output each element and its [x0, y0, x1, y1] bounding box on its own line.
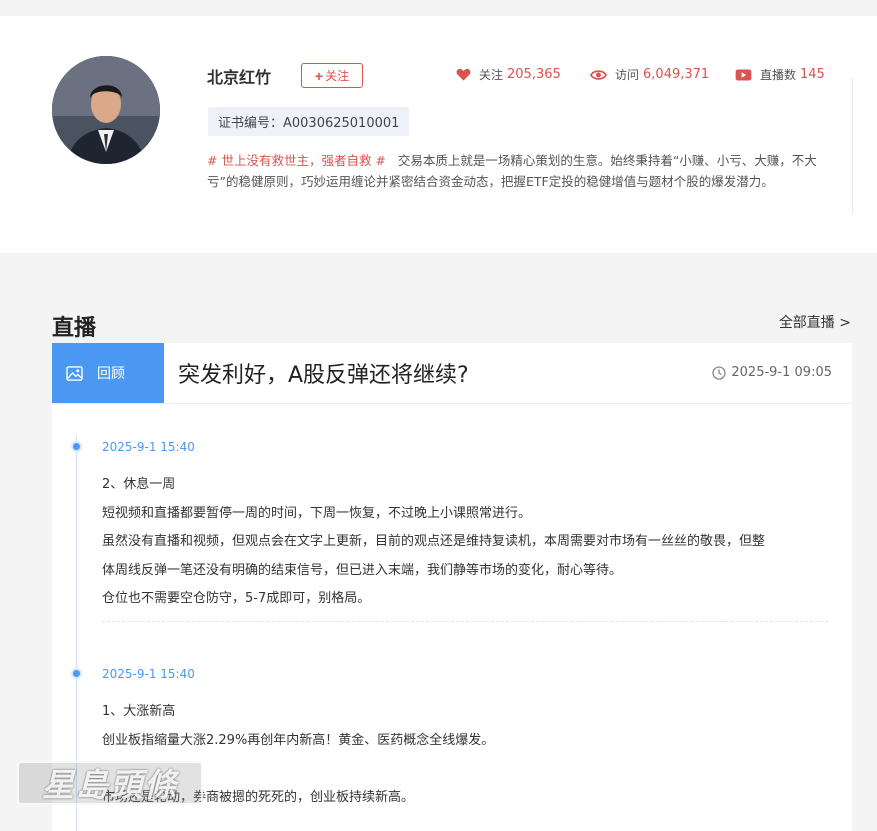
live-time-value: 2025-9-1 09:05 [731, 365, 832, 380]
follow-button[interactable]: + 关注 [301, 63, 363, 88]
post-time: 2025-9-1 15:40 [102, 440, 195, 454]
avatar[interactable] [52, 56, 160, 164]
bio-tag: # 世上没有救世主，强者自救 # [207, 153, 386, 168]
stat-label: 访问 [615, 68, 640, 82]
post-line: 市场还是轮动，券商被摁的死死的，创业板持续新高。 [102, 789, 415, 805]
stat-label: 关注 [479, 68, 504, 82]
plus-icon: + [314, 67, 324, 84]
timeline-dot [71, 668, 82, 679]
certificate-number: 证书编号：A0030625010001 [208, 107, 410, 136]
post-line: 创业板指缩量大涨2.29%再创年内新高！黄金、医药概念全线爆发。 [102, 732, 495, 748]
eye-icon [590, 69, 607, 80]
follow-button-label: 关注 [325, 69, 350, 83]
stat-follows: 关注 205,365 [456, 66, 561, 83]
post-line: 仓位也不需要空仓防守，5-7成即可，别格局。 [102, 591, 371, 606]
profile-name: 北京红竹 [207, 68, 272, 87]
section-title-live: 直播 [52, 316, 97, 341]
all-live-link[interactable]: 全部直播 > [779, 312, 851, 332]
post-separator [102, 621, 828, 622]
post-line [102, 755, 832, 784]
replay-badge[interactable]: 回顾 [52, 343, 164, 403]
post-line: 短视频和直播都要暂停一周的时间，下周一恢复，不过晚上小课照常进行。 [102, 505, 532, 521]
post-line: 1、大涨新高 [102, 704, 176, 719]
post-line: 体周线反弹一笔还没有明确的结束信号，但已进入末端，我们静等市场的变化，耐心等待。 [102, 562, 623, 578]
watermark-logo: 星島頭條 [17, 761, 203, 805]
clock-icon [712, 365, 727, 380]
stat-label: 直播数 [760, 68, 797, 82]
stat-value: 205,365 [507, 67, 561, 82]
stat-value: 6,049,371 [643, 67, 710, 82]
profile-bio: # 世上没有救世主，强者自救 # 交易本质上就是一场精心策划的生意。始终秉持着“… [207, 150, 829, 192]
post-content: 1、大涨新高 创业板指缩量大涨2.29%再创年内新高！黄金、医药概念全线爆发。 … [102, 698, 832, 812]
live-time: 2025-9-1 09:05 [712, 365, 832, 380]
profile-card: 北京红竹 + 关注 关注 205,365 访问 6,049,371 直播数 14… [0, 16, 877, 253]
live-card: 回顾 突发利好，A股反弹还将继续? 2025-9-1 09:05 2025-9-… [52, 343, 852, 831]
post-time: 2025-9-1 15:40 [102, 667, 195, 681]
video-icon [735, 68, 752, 81]
stat-lives: 直播数 145 [735, 66, 825, 83]
stat-value: 145 [800, 67, 825, 82]
stat-visits: 访问 6,049,371 [590, 66, 709, 83]
post-content: 2、休息一周 短视频和直播都要暂停一周的时间，下周一恢复，不过晚上小课照常进行。… [102, 471, 832, 614]
live-title[interactable]: 突发利好，A股反弹还将继续? [178, 357, 469, 389]
post-line: 2、休息一周 [102, 477, 176, 492]
replay-badge-label: 回顾 [97, 366, 125, 382]
heart-icon [456, 68, 471, 81]
divider [852, 78, 853, 214]
image-icon [66, 365, 83, 381]
divider [52, 403, 852, 404]
post-line: 虽然没有直播和视频，但观点会在文字上更新，目前的观点还是维持复读机，本周需要对市… [102, 534, 766, 549]
timeline-dot [71, 441, 82, 452]
